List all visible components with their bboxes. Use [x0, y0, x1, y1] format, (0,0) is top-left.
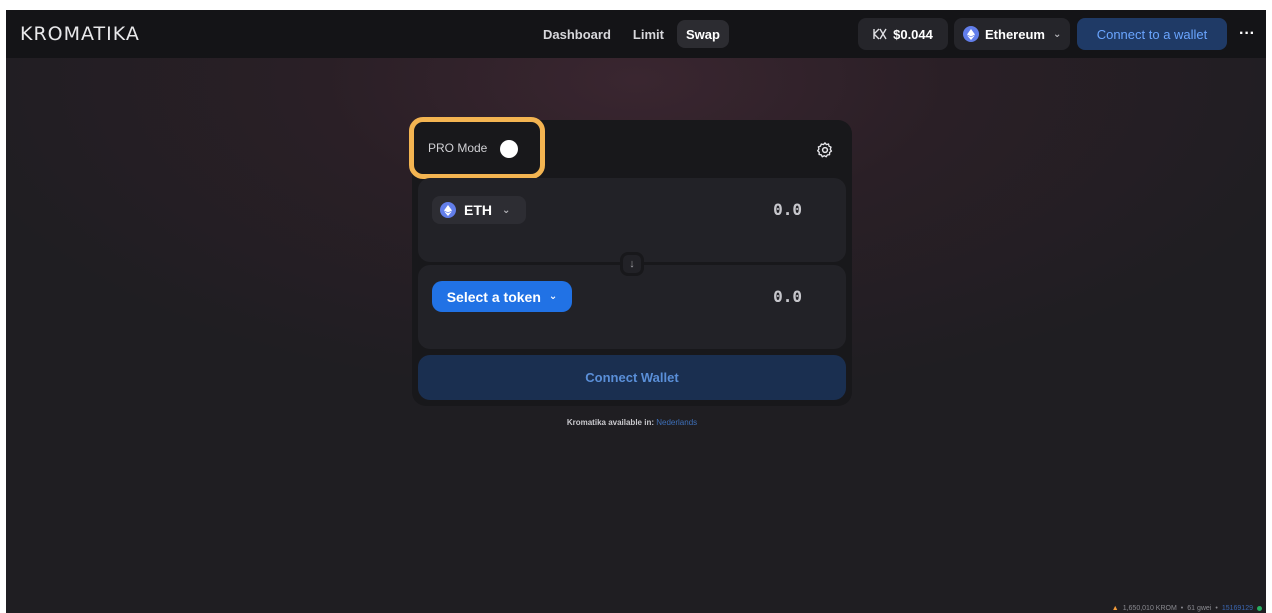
output-amount[interactable]: 0.0	[722, 287, 802, 306]
connect-wallet-button[interactable]: Connect Wallet	[418, 355, 846, 400]
gear-icon[interactable]	[816, 141, 834, 159]
chevron-down-icon: ⌄	[1052, 28, 1062, 40]
arrow-down-icon[interactable]: ↓	[620, 252, 644, 276]
nav-dashboard[interactable]: Dashboard	[534, 20, 620, 48]
input-token-symbol: ETH	[464, 202, 492, 218]
pro-mode-label: PRO Mode	[428, 141, 488, 155]
status-dot-icon	[1257, 606, 1262, 611]
separator-1: •	[1180, 605, 1184, 612]
nav-swap[interactable]: Swap	[676, 20, 729, 48]
ethereum-icon	[963, 26, 979, 42]
logo-text: KROMATIKA	[20, 23, 140, 45]
krom-price-badge[interactable]: $0.044	[858, 18, 948, 50]
kromatika-logo[interactable]: KROMATIKA	[20, 23, 140, 45]
chevron-down-icon: ⌄	[502, 204, 511, 216]
gas-price: 61 gwei	[1187, 605, 1212, 612]
status-bar: ▲ 1,650,010 KROM • 61 gwei • 15169129	[1112, 605, 1262, 612]
available-prefix: Kromatika available in:	[566, 418, 654, 427]
select-token-button[interactable]: Select a token ⌄	[432, 281, 572, 312]
ethereum-icon	[440, 202, 456, 218]
chevron-down-icon: ⌄	[548, 291, 558, 302]
krom-price: $0.044	[893, 26, 933, 42]
flame-icon: ▲	[1111, 605, 1119, 612]
network-name: Ethereum	[985, 26, 1045, 42]
separator-2: •	[1215, 605, 1218, 612]
block-number[interactable]: 15169129	[1222, 605, 1253, 612]
language-availability: Kromatika available in: Nederlands	[412, 418, 852, 427]
krom-token-icon	[873, 28, 887, 40]
input-token-selector[interactable]: ETH ⌄	[432, 196, 526, 224]
connect-to-wallet-button[interactable]: Connect to a wallet	[1077, 18, 1227, 50]
language-link[interactable]: Nederlands	[656, 418, 697, 427]
main-nav: Dashboard Limit Swap	[534, 20, 729, 48]
nav-limit[interactable]: Limit	[624, 20, 673, 48]
input-amount[interactable]: 0.0	[722, 200, 802, 219]
krom-supply: 1,650,010 KROM	[1122, 605, 1177, 612]
network-selector[interactable]: Ethereum ⌄	[954, 18, 1070, 50]
pro-mode-toggle[interactable]	[500, 140, 518, 158]
select-token-label: Select a token	[446, 288, 541, 305]
more-menu-button[interactable]: ···	[1234, 20, 1260, 48]
